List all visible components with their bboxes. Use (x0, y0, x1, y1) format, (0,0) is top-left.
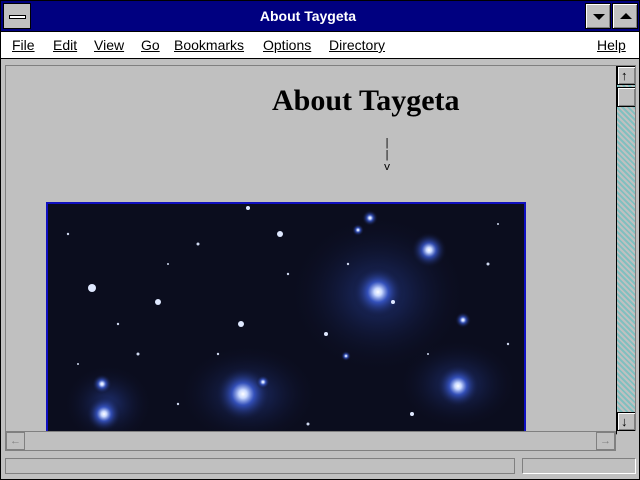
arrow-left-icon: ← (10, 435, 21, 447)
page-heading: About Taygeta (272, 84, 460, 117)
browser-window: About Taygeta File Edit View Go Bookmark… (0, 0, 640, 480)
star-field-image (48, 204, 524, 431)
scroll-up-button[interactable]: ↑ (617, 66, 635, 85)
content-area[interactable]: About Taygeta | | v ↑ ↓ (5, 65, 636, 435)
triangle-down-icon (593, 14, 605, 20)
window-title: About Taygeta (259, 8, 357, 24)
scroll-thumb[interactable] (617, 87, 635, 107)
menu-bar: File Edit View Go Bookmarks Options Dire… (1, 32, 639, 59)
arrow-right-icon: → (600, 435, 611, 447)
menu-edit[interactable]: Edit (53, 32, 77, 58)
minimize-button[interactable] (585, 3, 611, 29)
scroll-corner (617, 431, 636, 451)
maximize-button[interactable] (612, 3, 638, 29)
status-bar (5, 456, 636, 476)
scroll-right-button[interactable]: → (596, 432, 615, 450)
title-bar[interactable]: About Taygeta (1, 1, 639, 32)
scroll-down-button[interactable]: ↓ (617, 412, 635, 431)
menu-go[interactable]: Go (141, 32, 160, 58)
arrow-down-icon: ↓ (621, 414, 628, 429)
arrow-art: | | v (383, 138, 391, 174)
menu-help[interactable]: Help (597, 32, 626, 58)
scroll-left-button[interactable]: ← (6, 432, 25, 450)
status-text (5, 458, 515, 474)
pleiades-image[interactable] (46, 202, 526, 431)
vertical-scrollbar[interactable]: ↑ ↓ (616, 66, 635, 434)
system-menu-icon[interactable] (3, 3, 31, 29)
progress-indicator (522, 458, 636, 474)
menu-view[interactable]: View (94, 32, 124, 58)
menu-file[interactable]: File (12, 32, 35, 58)
document-view: About Taygeta | | v (6, 66, 616, 431)
horizontal-scrollbar[interactable]: ← → (5, 431, 616, 451)
triangle-up-icon (620, 13, 632, 19)
menu-bookmarks[interactable]: Bookmarks (174, 32, 244, 58)
menu-directory[interactable]: Directory (329, 32, 385, 58)
menu-options[interactable]: Options (263, 32, 311, 58)
arrow-up-icon: ↑ (621, 68, 628, 83)
